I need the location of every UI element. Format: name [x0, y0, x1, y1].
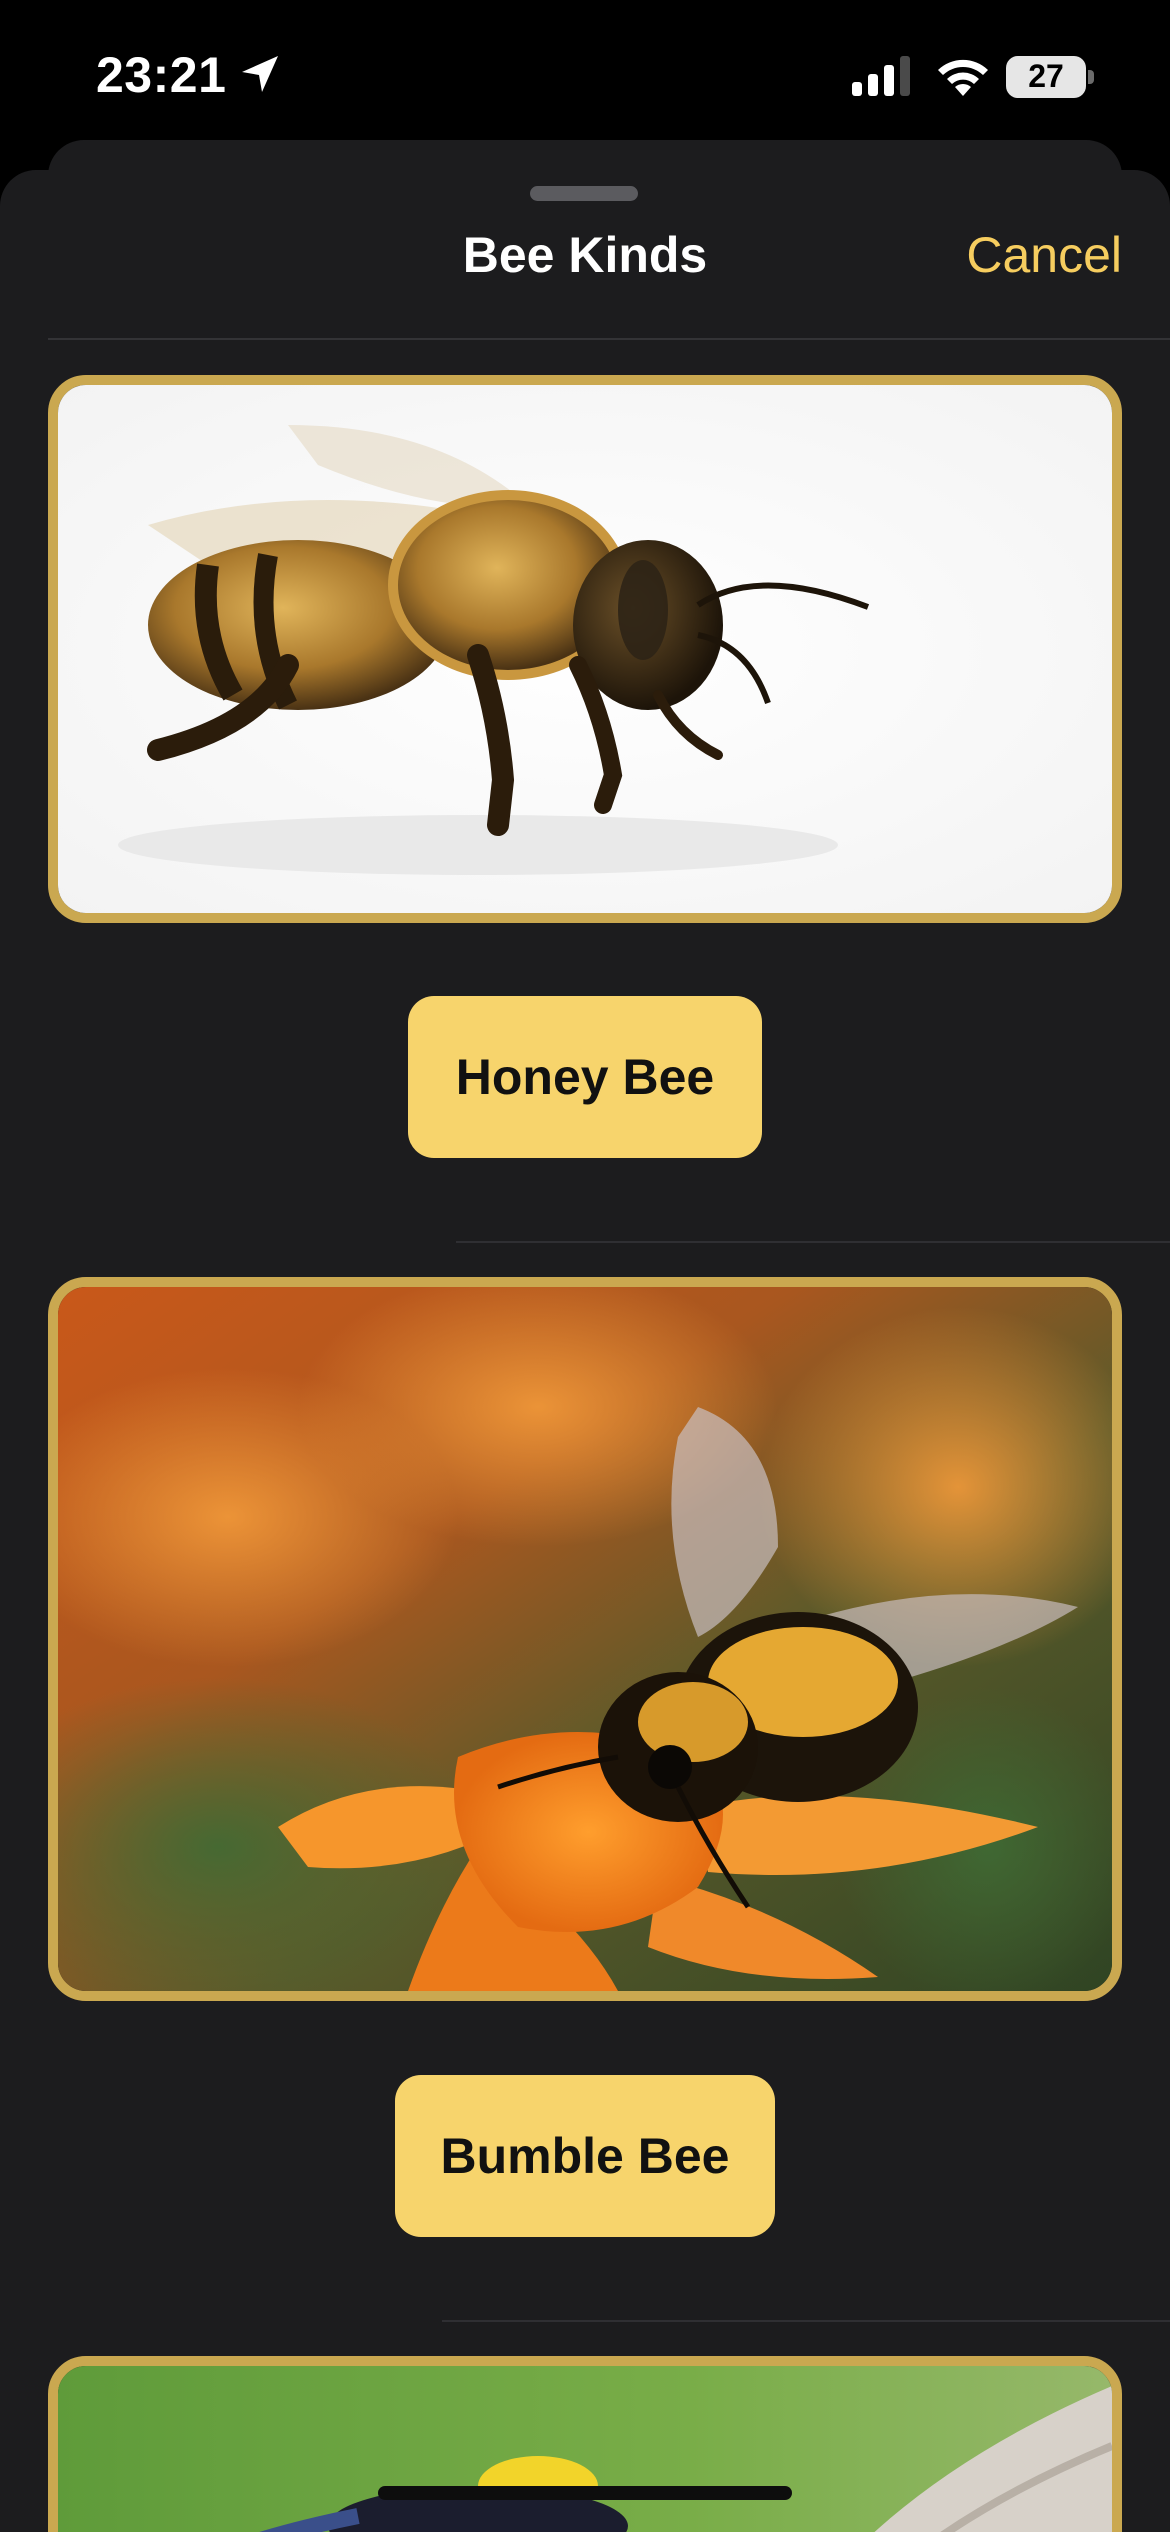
- bumble-bee-photo: [58, 1287, 1112, 1991]
- bee-kinds-sheet: Bee Kinds Cancel Honey Bee Bumble Bee: [0, 170, 1170, 2532]
- carpenter-bee-image[interactable]: [48, 2356, 1122, 2532]
- cancel-button[interactable]: Cancel: [966, 226, 1122, 284]
- honey-bee-image[interactable]: [48, 375, 1122, 923]
- honey-bee-button[interactable]: Honey Bee: [408, 996, 762, 1158]
- status-bar: 23:21 27: [0, 0, 1170, 150]
- bumble-bee-button[interactable]: Bumble Bee: [395, 2075, 775, 2237]
- honey-bee-photo: [58, 385, 1112, 913]
- wifi-icon: [938, 59, 988, 96]
- battery-icon: 27: [1006, 56, 1094, 98]
- battery-nub: [1088, 70, 1094, 84]
- row-divider: [442, 2320, 1170, 2322]
- battery-percent: 27: [1028, 58, 1064, 94]
- home-indicator[interactable]: [378, 2486, 792, 2500]
- status-time: 23:21: [96, 47, 227, 103]
- third-bee-photo: [58, 2366, 1112, 2532]
- nav-divider: [48, 338, 1170, 340]
- location-arrow-icon: [242, 56, 278, 92]
- bumble-bee-image[interactable]: [48, 1277, 1122, 2001]
- sheet-grabber[interactable]: [530, 186, 638, 201]
- cellular-signal-icon: [852, 56, 910, 96]
- row-divider: [456, 1241, 1170, 1243]
